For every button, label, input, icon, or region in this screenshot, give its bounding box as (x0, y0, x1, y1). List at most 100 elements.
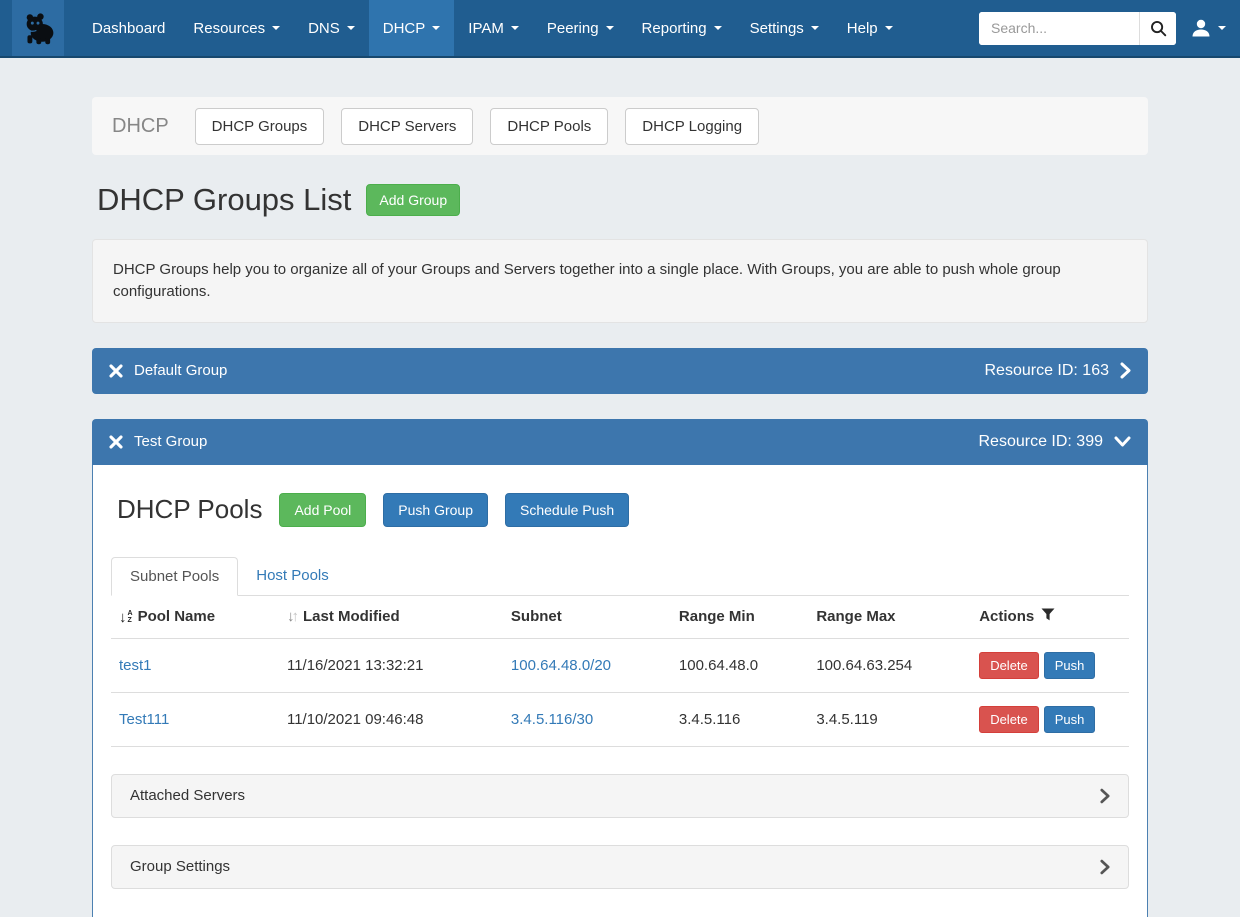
nav-item-label: DHCP (383, 20, 426, 37)
page-title: DHCP Groups List (97, 182, 351, 218)
remove-group-icon[interactable] (109, 364, 123, 378)
pools-title: DHCP Pools (117, 494, 262, 525)
range-max-value: 100.64.63.254 (816, 657, 912, 674)
group-header-default[interactable]: Default Group Resource ID: 163 (92, 348, 1148, 394)
sort-letter-a: A (128, 610, 133, 617)
nav-item-label: Resources (193, 20, 265, 37)
section-label: Group Settings (130, 858, 230, 875)
add-pool-button[interactable]: Add Pool (279, 493, 366, 527)
nav-item-dashboard[interactable]: Dashboard (78, 0, 179, 56)
group-header-left: Default Group (109, 362, 227, 379)
column-pool-name[interactable]: ↓AZ Pool Name (111, 596, 279, 639)
chevron-down-icon (272, 26, 280, 30)
column-range-min[interactable]: Range Min (671, 596, 808, 639)
range-min-value: 3.4.5.116 (679, 711, 740, 728)
push-pool-button[interactable]: Push (1044, 652, 1096, 679)
last-modified-value: 11/16/2021 13:32:21 (287, 657, 424, 674)
chevron-right-icon (1100, 788, 1110, 804)
tab-host-pools[interactable]: Host Pools (238, 557, 347, 595)
last-modified-value: 11/10/2021 09:46:48 (287, 711, 424, 728)
group-settings-bar[interactable]: Group Settings (111, 845, 1129, 889)
nav-item-settings[interactable]: Settings (736, 0, 833, 56)
column-label: Last Modified (303, 608, 400, 625)
delete-pool-button[interactable]: Delete (979, 706, 1039, 733)
chevron-down-icon (347, 26, 355, 30)
dhcp-pools-button[interactable]: DHCP Pools (490, 108, 608, 145)
search-input[interactable] (979, 12, 1139, 45)
remove-group-icon[interactable] (109, 435, 123, 449)
column-label: Range Max (816, 608, 895, 625)
nav-item-help[interactable]: Help (833, 0, 907, 56)
nav-item-ipam[interactable]: IPAM (454, 0, 533, 56)
chevron-right-icon[interactable] (1120, 362, 1131, 379)
sort-alpha-asc-icon[interactable]: ↓AZ (119, 609, 133, 626)
range-min-value: 100.64.48.0 (679, 657, 758, 674)
nav-item-label: IPAM (468, 20, 504, 37)
nav-item-label: Dashboard (92, 20, 165, 37)
pools-tabs: Subnet Pools Host Pools (111, 557, 1129, 596)
tab-subnet-pools[interactable]: Subnet Pools (111, 557, 238, 596)
group-panel-body: DHCP Pools Add Pool Push Group Schedule … (92, 465, 1148, 917)
search-icon (1150, 20, 1167, 37)
group-name: Test Group (134, 433, 207, 450)
search-bar (979, 12, 1176, 45)
push-pool-button[interactable]: Push (1044, 706, 1096, 733)
attached-servers-bar[interactable]: Attached Servers (111, 774, 1129, 818)
user-icon (1191, 18, 1211, 38)
chevron-down-icon (714, 26, 722, 30)
chevron-down-icon (606, 26, 614, 30)
sort-icon[interactable]: ↓↑ (287, 608, 299, 625)
group-header-right: Resource ID: 399 (978, 433, 1131, 451)
resource-id-label: Resource ID: 399 (978, 433, 1103, 451)
groups-description: DHCP Groups help you to organize all of … (92, 239, 1148, 323)
subnet-link[interactable]: 100.64.48.0/20 (511, 657, 611, 674)
top-navbar: Dashboard Resources DNS DHCP IPAM Peerin… (0, 0, 1240, 58)
chevron-down-icon (432, 26, 440, 30)
group-panel-default: Default Group Resource ID: 163 (92, 348, 1148, 394)
dhcp-groups-button[interactable]: DHCP Groups (195, 108, 325, 145)
navbar-right (979, 0, 1240, 56)
push-group-button[interactable]: Push Group (383, 493, 488, 527)
panda-logo-icon (20, 11, 56, 45)
pools-header: DHCP Pools Add Pool Push Group Schedule … (111, 493, 1129, 527)
nav-item-peering[interactable]: Peering (533, 0, 628, 56)
chevron-down-icon[interactable] (1114, 436, 1131, 447)
nav-item-label: Settings (750, 20, 804, 37)
column-label: Pool Name (138, 608, 216, 625)
nav-item-dns[interactable]: DNS (294, 0, 369, 56)
add-group-button[interactable]: Add Group (366, 184, 460, 216)
column-label: Actions (979, 608, 1034, 625)
filter-icon[interactable] (1041, 608, 1055, 625)
nav-item-dhcp[interactable]: DHCP (369, 0, 455, 56)
column-range-max[interactable]: Range Max (808, 596, 971, 639)
nav-item-label: DNS (308, 20, 340, 37)
sort-up-arrow: ↑ (291, 608, 299, 625)
nav-item-resources[interactable]: Resources (179, 0, 294, 56)
table-row: Test111 11/10/2021 09:46:48 3.4.5.116/30… (111, 692, 1129, 746)
search-button[interactable] (1139, 12, 1176, 45)
column-last-modified[interactable]: ↓↑Last Modified (279, 596, 503, 639)
dhcp-logging-button[interactable]: DHCP Logging (625, 108, 759, 145)
nav-item-reporting[interactable]: Reporting (628, 0, 736, 56)
app-logo[interactable] (12, 0, 64, 56)
pool-name-link[interactable]: Test111 (119, 711, 169, 728)
schedule-push-button[interactable]: Schedule Push (505, 493, 629, 527)
range-max-value: 3.4.5.119 (816, 711, 877, 728)
pool-name-link[interactable]: test1 (119, 657, 152, 674)
group-header-test[interactable]: Test Group Resource ID: 399 (92, 419, 1148, 465)
dhcp-module-header: DHCP DHCP Groups DHCP Servers DHCP Pools… (92, 97, 1148, 155)
nav-item-label: Peering (547, 20, 599, 37)
table-header-row: ↓AZ Pool Name ↓↑Last Modified Subnet Rang… (111, 596, 1129, 639)
user-menu[interactable] (1191, 18, 1226, 38)
group-header-left: Test Group (109, 433, 207, 450)
group-header-right: Resource ID: 163 (984, 362, 1131, 380)
chevron-down-icon (1218, 26, 1226, 30)
delete-pool-button[interactable]: Delete (979, 652, 1039, 679)
column-subnet[interactable]: Subnet (503, 596, 671, 639)
dhcp-servers-button[interactable]: DHCP Servers (341, 108, 473, 145)
module-title: DHCP (112, 115, 169, 138)
chevron-down-icon (885, 26, 893, 30)
subnet-link[interactable]: 3.4.5.116/30 (511, 711, 593, 728)
chevron-down-icon (511, 26, 519, 30)
main-menu: Dashboard Resources DNS DHCP IPAM Peerin… (78, 0, 907, 56)
